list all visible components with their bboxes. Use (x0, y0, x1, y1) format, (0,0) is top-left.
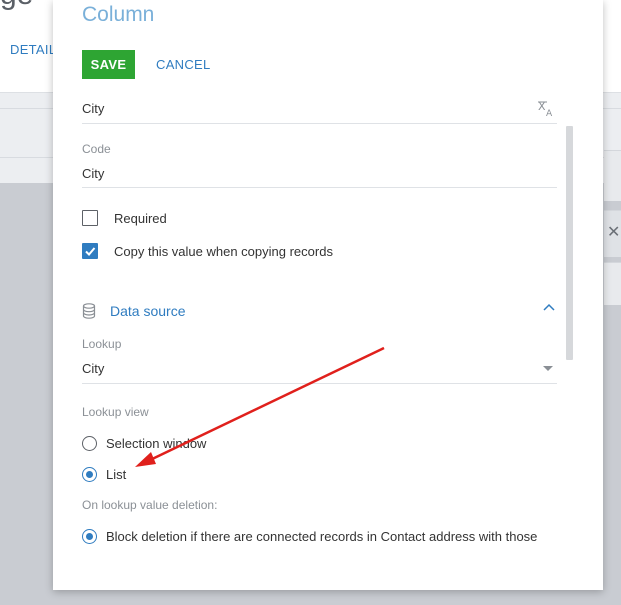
background-side-panel (604, 262, 621, 305)
list-label: List (106, 467, 127, 482)
copy-value-checkbox[interactable] (82, 243, 98, 259)
selection-window-label: Selection window (106, 436, 207, 451)
block-deletion-label: Block deletion if there are connected re… (106, 529, 538, 544)
translate-icon[interactable]: X A (537, 99, 555, 117)
svg-text:A: A (546, 109, 553, 117)
lookup-field[interactable]: City (82, 361, 104, 376)
cancel-button[interactable]: CANCEL (148, 50, 219, 79)
modal-scrollbar[interactable] (566, 126, 573, 360)
lookup-field-underline (82, 383, 557, 384)
code-field-underline (82, 187, 557, 188)
background-close-icon[interactable]: ✕ (607, 222, 620, 242)
code-label: Code (82, 142, 111, 156)
copy-value-label: Copy this value when copying records (114, 244, 333, 259)
title-field-underline (82, 123, 557, 124)
background-page-title: ge (0, 0, 33, 12)
data-source-title[interactable]: Data source (110, 303, 185, 319)
background-side-panel (604, 150, 621, 201)
lookup-view-label: Lookup view (82, 405, 149, 419)
lookup-label: Lookup (82, 337, 122, 351)
background-tab-detail[interactable]: DETAIL (10, 42, 56, 57)
selection-window-radio[interactable] (82, 436, 97, 451)
save-button[interactable]: SAVE (82, 50, 135, 79)
chevron-up-icon[interactable] (542, 300, 556, 314)
required-label: Required (114, 211, 167, 226)
deletion-label: On lookup value deletion: (82, 498, 218, 512)
required-checkbox[interactable] (82, 210, 98, 226)
column-modal: Column SAVE CANCEL City X A Code City Re… (53, 0, 603, 590)
block-deletion-radio[interactable] (82, 529, 97, 544)
list-radio[interactable] (82, 467, 97, 482)
database-icon (82, 303, 96, 319)
checkmark-icon (85, 247, 96, 256)
code-field[interactable]: City (82, 166, 104, 181)
modal-title: Column (82, 3, 155, 26)
dropdown-arrow-icon[interactable] (543, 366, 553, 371)
title-field[interactable]: City (82, 101, 104, 116)
